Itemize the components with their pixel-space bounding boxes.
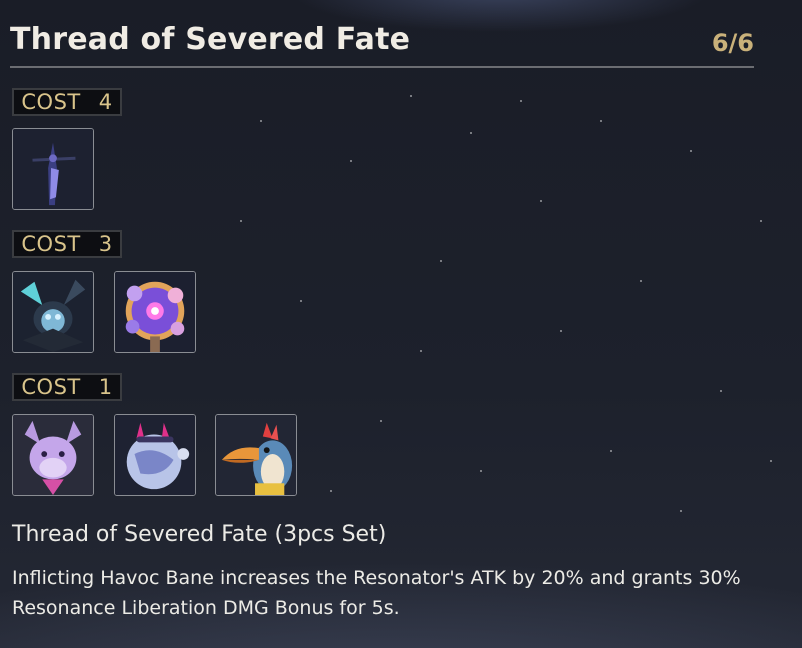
cost-badge-1: COST 1	[12, 373, 122, 401]
cost-label: COST	[21, 232, 81, 256]
cost-value: 3	[98, 232, 113, 256]
horned-spirit-echo-icon	[13, 272, 93, 352]
set-header: Thread of Severed Fate 6/6	[10, 20, 754, 68]
echo-slot[interactable]	[12, 271, 94, 353]
cost-badge-3: COST 3	[12, 230, 122, 258]
purple-dragon-echo-icon	[13, 415, 93, 495]
set-bonus-name: Thread of Severed Fate (3pcs Set)	[12, 522, 387, 547]
cost-badge-4: COST 4	[12, 88, 122, 116]
orb-creature-echo-icon	[115, 415, 195, 495]
set-count: 6/6	[711, 29, 754, 57]
cost-value: 4	[98, 90, 113, 114]
toucan-bird-echo-icon	[216, 415, 296, 495]
echo-slot[interactable]	[12, 414, 94, 496]
echo-slot[interactable]	[215, 414, 297, 496]
dark-sword-echo-icon	[13, 129, 93, 209]
set-title: Thread of Severed Fate	[10, 22, 411, 57]
glowing-flower-echo-icon	[115, 272, 195, 352]
cost-label: COST	[21, 375, 81, 399]
echo-slot[interactable]	[114, 414, 196, 496]
cost-value: 1	[98, 375, 113, 399]
set-bonus-description: Inflicting Havoc Bane increases the Reso…	[12, 567, 741, 619]
cost-label: COST	[21, 90, 81, 114]
echo-slot[interactable]	[12, 128, 94, 210]
echo-slot[interactable]	[114, 271, 196, 353]
